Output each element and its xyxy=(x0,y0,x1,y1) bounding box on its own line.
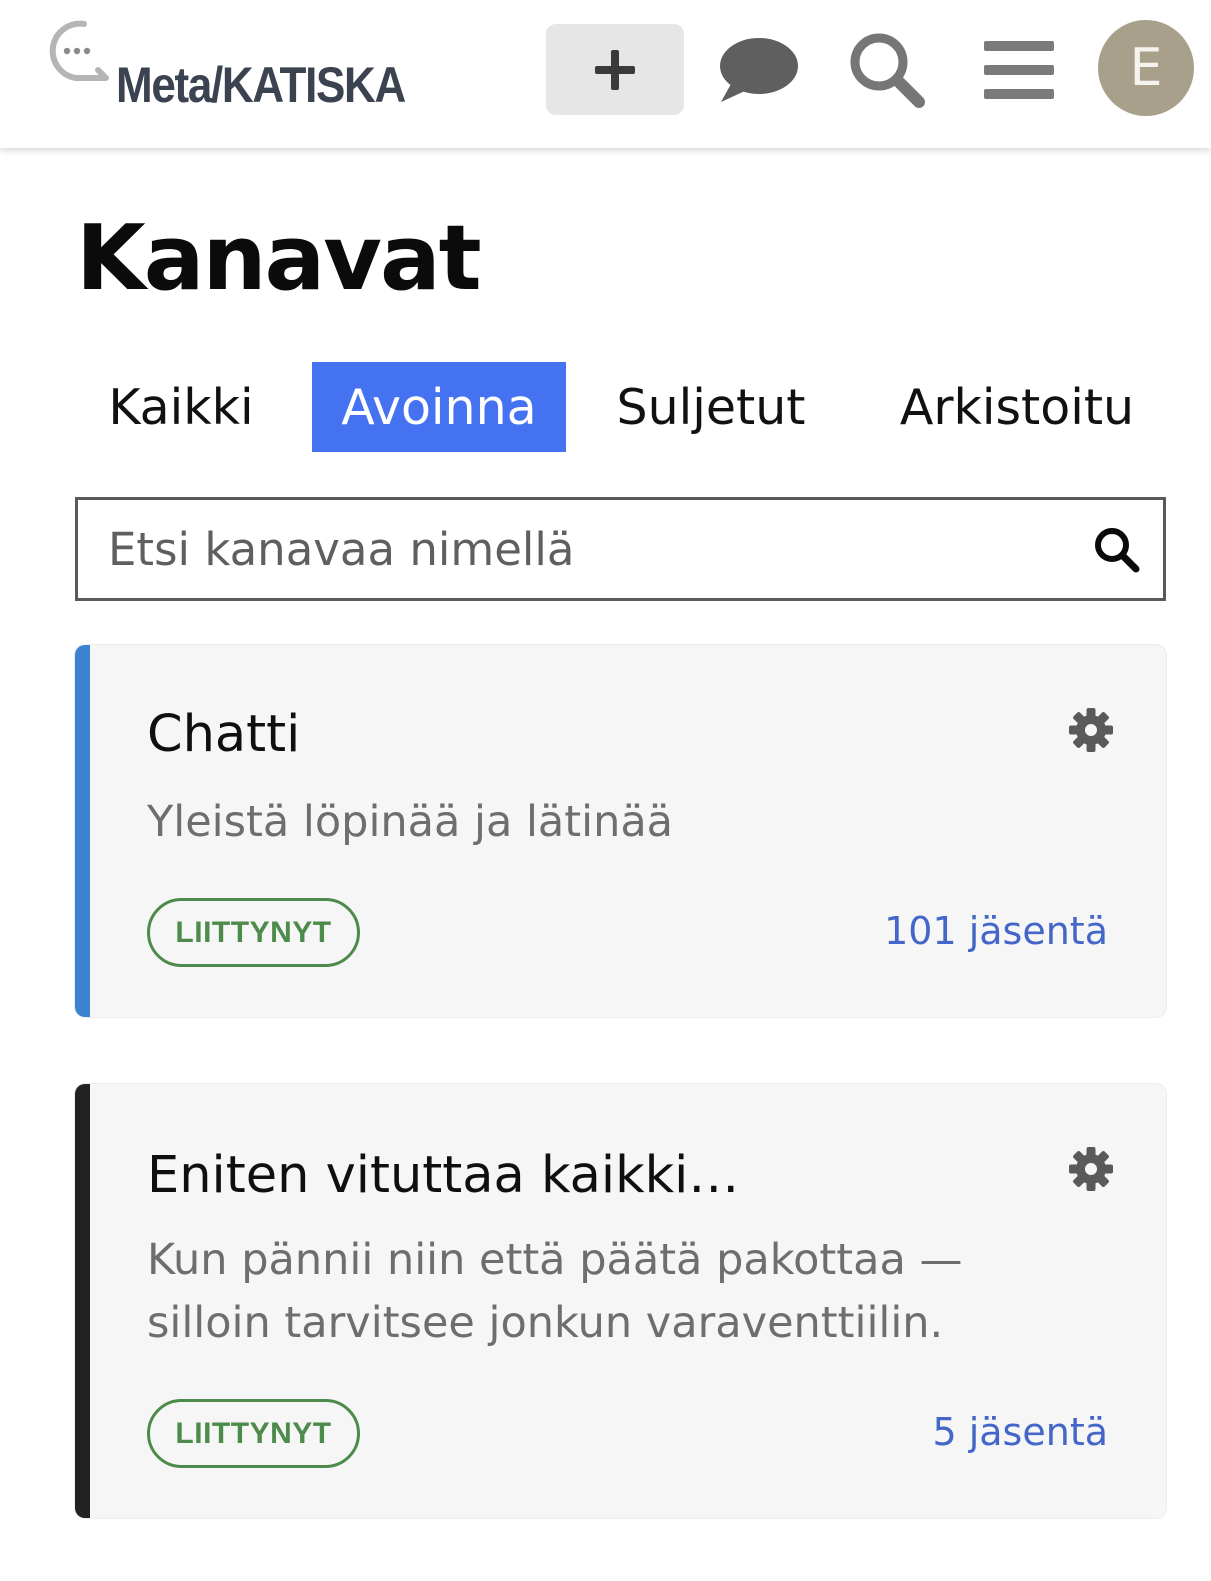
chat-logo-icon xyxy=(49,20,109,81)
joined-badge: LIITTYNYT xyxy=(147,898,360,967)
menu-button[interactable] xyxy=(983,22,1055,118)
channel-search-box xyxy=(75,497,1166,601)
channel-description: Yleistä löpinää ja lätinää xyxy=(147,797,674,847)
joined-badge: LIITTYNYT xyxy=(147,1399,360,1468)
plus-icon xyxy=(595,49,635,90)
gear-icon[interactable] xyxy=(1068,707,1114,753)
card-accent-bar xyxy=(75,1084,90,1518)
tab-avoinna[interactable]: Avoinna xyxy=(312,362,566,452)
page-title: Kanavat xyxy=(76,206,482,311)
user-avatar[interactable]: E xyxy=(1098,20,1194,116)
tab-suljetut[interactable]: Suljetut xyxy=(606,362,816,452)
tab-kaikki[interactable]: Kaikki xyxy=(76,362,286,452)
speech-bubble-icon xyxy=(720,38,798,102)
new-item-button[interactable] xyxy=(546,24,684,115)
search-icon xyxy=(850,33,925,108)
channel-title[interactable]: Eniten vituttaa kaikki… xyxy=(147,1146,739,1205)
channel-card[interactable]: Eniten vituttaa kaikki… Kun pännii niin … xyxy=(75,1084,1166,1518)
tab-arkistoitu[interactable]: Arkistoitu xyxy=(876,362,1158,452)
search-button[interactable] xyxy=(846,22,928,118)
card-accent-bar xyxy=(75,645,90,1017)
top-bar: Meta/KATISKA E xyxy=(0,0,1211,148)
search-icon[interactable] xyxy=(1093,526,1141,574)
channel-title[interactable]: Chatti xyxy=(147,705,300,764)
channel-search-input[interactable] xyxy=(108,500,1068,598)
messages-button[interactable] xyxy=(716,22,800,118)
gear-icon[interactable] xyxy=(1068,1146,1114,1192)
member-count-link[interactable]: 5 jäsentä xyxy=(932,1410,1108,1454)
channel-card[interactable]: Chatti Yleistä löpinää ja lätinää LIITTY… xyxy=(75,645,1166,1017)
hamburger-menu-icon xyxy=(984,41,1054,99)
logo[interactable]: Meta/KATISKA xyxy=(44,18,424,118)
channel-description: Kun pännii niin että päätä pakottaa — si… xyxy=(147,1235,963,1348)
channel-filter-tabs: Kaikki Avoinna Suljetut Arkistoitu xyxy=(76,362,1166,452)
logo-text: Meta/KATISKA xyxy=(116,57,406,113)
member-count-link[interactable]: 101 jäsentä xyxy=(884,909,1108,953)
